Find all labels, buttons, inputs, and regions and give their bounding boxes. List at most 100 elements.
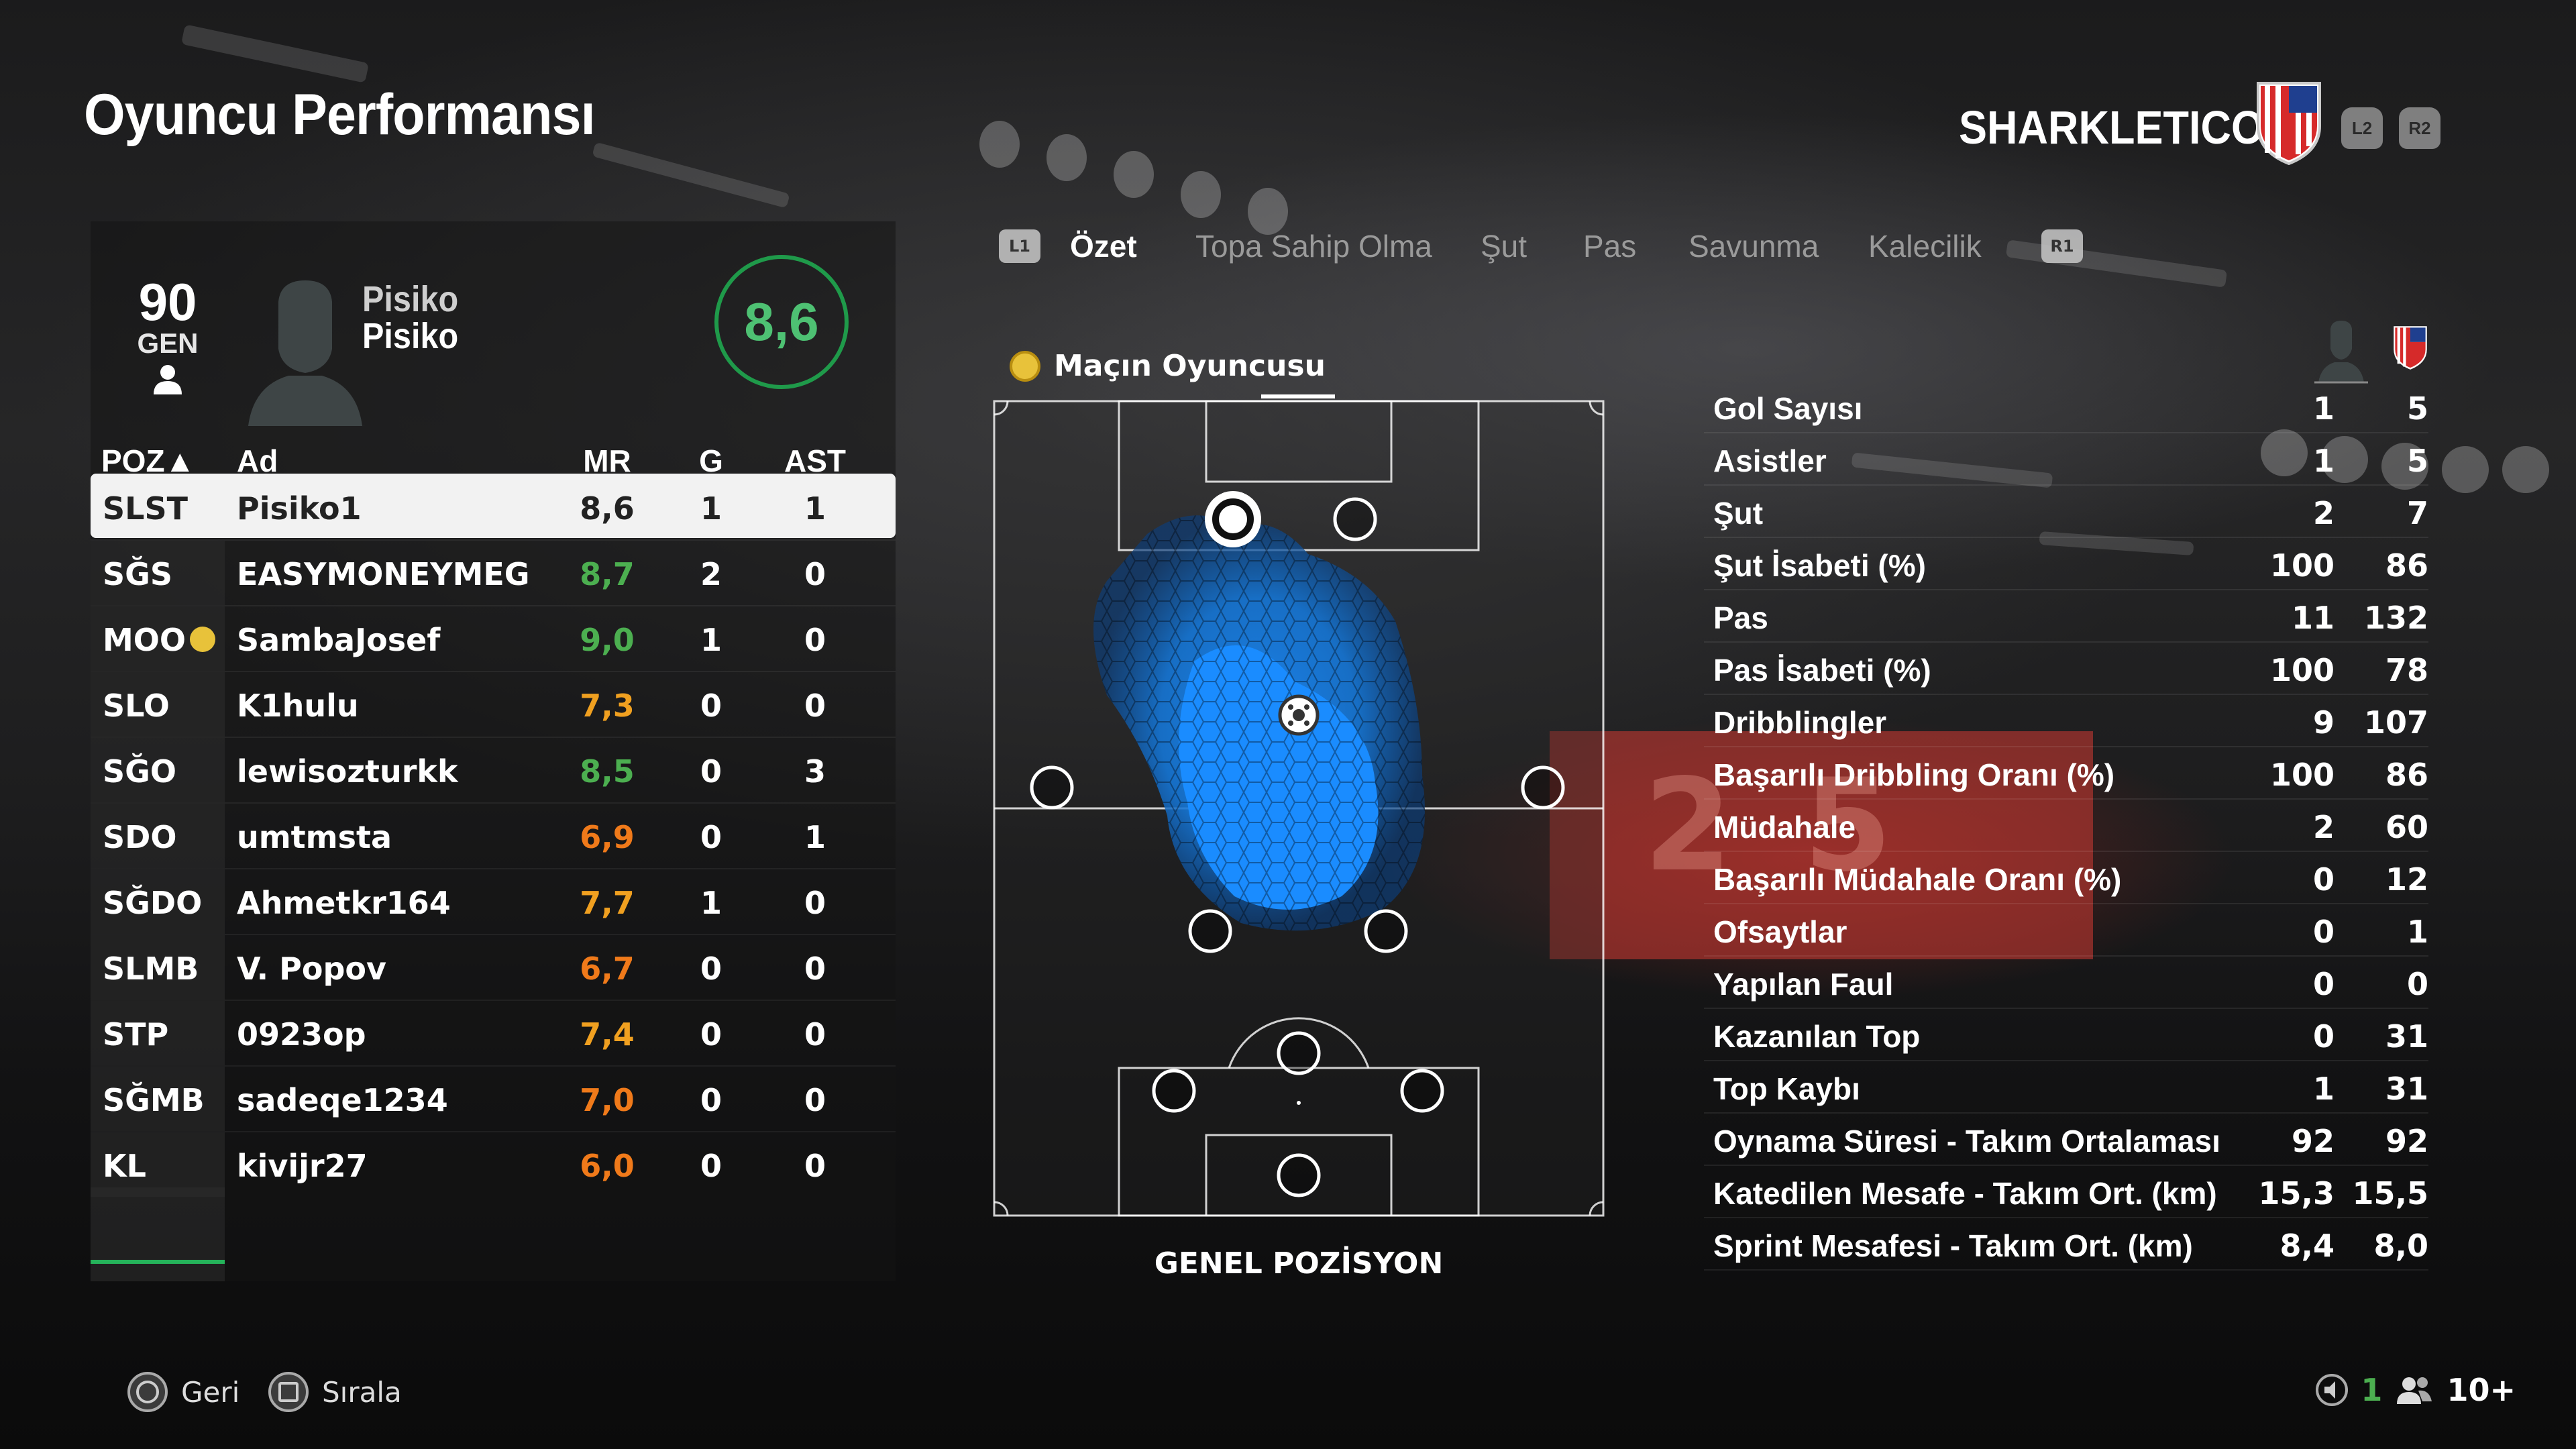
stat-row: Gol Sayısı 1 5 <box>1704 381 2428 433</box>
pitch-caption: GENEL POZİSYON <box>1154 1246 1444 1281</box>
table-row[interactable]: SĞS EASYMONEYMEG 8,7 2 0 <box>91 539 896 605</box>
tab-goalkeeping[interactable]: Kalecilik <box>1868 228 1982 264</box>
row-goals: 0 <box>700 819 722 855</box>
tab-defending[interactable]: Savunma <box>1688 228 1819 264</box>
tab-ozet[interactable]: Özet <box>1070 228 1137 264</box>
table-row[interactable]: SLST Pisiko1 8,6 1 1 <box>91 474 896 538</box>
motm-ball-icon <box>1010 350 1040 382</box>
sort-label: Sırala <box>322 1375 402 1409</box>
row-goals: 0 <box>700 1016 722 1053</box>
stat-label: Kazanılan Top <box>1713 1019 1921 1054</box>
stat-team-value: 107 <box>2363 704 2428 741</box>
stat-row: Pas 11 132 <box>1704 590 2428 643</box>
row-player-name: V. Popov <box>237 951 386 987</box>
table-row[interactable]: STP 0923op 7,4 0 0 <box>91 1000 896 1065</box>
teammate-marker <box>1030 765 1074 810</box>
row-rating: 7,7 <box>580 885 635 921</box>
list-footer-cell <box>91 1187 225 1281</box>
row-rating: 9,0 <box>580 622 635 658</box>
goalkeeper-marker <box>1277 1153 1321 1197</box>
tab-passing[interactable]: Pas <box>1583 228 1636 264</box>
table-row[interactable]: SĞO lewisozturkk 8,5 0 3 <box>91 737 896 802</box>
stat-player-value: 2 <box>2312 495 2334 531</box>
stat-row: Yapılan Faul 0 0 <box>1704 957 2428 1009</box>
stat-label: Top Kaybı <box>1713 1071 1860 1106</box>
row-player-name: SambaJosef <box>237 622 441 658</box>
row-position: KL <box>103 1148 146 1184</box>
teammate-marker <box>1400 1069 1444 1113</box>
status-indicators: 1 10+ <box>2315 1372 2516 1408</box>
stat-label: Gol Sayısı <box>1713 391 1863 426</box>
tab-shooting[interactable]: Şut <box>1481 228 1527 264</box>
stat-team-value: 15,5 <box>2352 1175 2429 1212</box>
stat-label: Sprint Mesafesi - Takım Ort. (km) <box>1713 1228 2193 1263</box>
stat-player-value: 100 <box>2269 757 2334 793</box>
stat-team-value: 31 <box>2385 1071 2428 1107</box>
row-assists: 3 <box>804 753 826 790</box>
teammate-marker <box>1188 909 1232 953</box>
table-row[interactable]: KL kivijr27 6,0 0 0 <box>91 1131 896 1197</box>
stats-tabs: L1 Özet Topa Sahip Olma Şut Pas Savunma … <box>993 228 2133 268</box>
stat-row: Sprint Mesafesi - Takım Ort. (km) 8,4 8,… <box>1704 1218 2428 1271</box>
stat-team-value: 7 <box>2406 495 2428 531</box>
row-assists: 0 <box>804 951 826 987</box>
pitch-tab-marker <box>1261 394 1335 398</box>
table-row[interactable]: SLO K1hulu 7,3 0 0 <box>91 671 896 737</box>
table-row[interactable]: SĞMB sadeqe1234 7,0 0 0 <box>91 1065 896 1131</box>
table-row[interactable]: SĞDO Ahmetkr164 7,7 1 0 <box>91 868 896 934</box>
person-icon <box>154 365 182 394</box>
stat-player-value: 8,4 <box>2279 1228 2335 1264</box>
stat-player-value: 2 <box>2312 809 2334 845</box>
player-last-name: Pisiko <box>362 316 459 356</box>
next-team-button[interactable]: R2 <box>2399 107 2440 149</box>
row-player-name: K1hulu <box>237 688 359 724</box>
row-rating: 7,0 <box>580 1082 635 1118</box>
row-assists: 1 <box>804 490 826 527</box>
row-position: SĞMB <box>103 1082 205 1118</box>
table-row[interactable]: MOO SambaJosef 9,0 1 0 <box>91 605 896 671</box>
row-goals: 1 <box>700 490 722 527</box>
stat-row: Şut İsabeti (%) 100 86 <box>1704 538 2428 590</box>
table-row[interactable]: SLMB V. Popov 6,7 0 0 <box>91 934 896 1000</box>
stat-label: Dribblingler <box>1713 705 1887 740</box>
row-goals: 0 <box>700 753 722 790</box>
tab-possession[interactable]: Topa Sahip Olma <box>1195 228 1432 264</box>
stat-player-value: 92 <box>2291 1123 2334 1159</box>
team-name: SHARKLETICO <box>1959 101 2265 154</box>
stat-label: Ofsaytlar <box>1713 914 1847 949</box>
row-player-name: 0923op <box>237 1016 366 1053</box>
row-assists: 0 <box>804 1016 826 1053</box>
next-tab-button[interactable]: R1 <box>2041 229 2083 263</box>
prev-tab-button[interactable]: L1 <box>999 229 1040 263</box>
row-assists: 0 <box>804 622 826 658</box>
row-position: SĞS <box>103 556 173 592</box>
row-goals: 0 <box>700 951 722 987</box>
stat-row: Müdahale 2 60 <box>1704 800 2428 852</box>
back-button[interactable]: Geri <box>127 1372 239 1412</box>
row-player-name: umtmsta <box>237 819 392 855</box>
stat-player-value: 1 <box>2312 390 2334 427</box>
teammate-marker <box>1521 765 1565 810</box>
team-crest-small-icon <box>2394 326 2427 370</box>
voice-count: 1 <box>2361 1372 2383 1408</box>
row-rating: 7,4 <box>580 1016 635 1053</box>
row-rating: 6,0 <box>580 1148 635 1184</box>
row-position: SDO <box>103 819 177 855</box>
row-rating: 6,9 <box>580 819 635 855</box>
row-goals: 0 <box>700 1082 722 1118</box>
teammate-marker <box>1364 909 1408 953</box>
stat-row: Asistler 1 5 <box>1704 433 2428 486</box>
stat-row: Dribblingler 9 107 <box>1704 695 2428 747</box>
table-row[interactable]: SDO umtmsta 6,9 0 1 <box>91 802 896 868</box>
row-player-name: lewisozturkk <box>237 753 458 790</box>
sort-button[interactable]: Sırala <box>268 1372 402 1412</box>
stat-player-value: 0 <box>2312 966 2334 1002</box>
row-goals: 0 <box>700 1148 722 1184</box>
row-player-name: kivijr27 <box>237 1148 368 1184</box>
stat-player-value: 0 <box>2312 1018 2334 1055</box>
player-avatar-small-icon <box>2314 321 2368 384</box>
page-title: Oyuncu Performansı <box>84 83 596 147</box>
stat-row: Başarılı Dribbling Oranı (%) 100 86 <box>1704 747 2428 800</box>
prev-team-button[interactable]: L2 <box>2341 107 2383 149</box>
row-player-name: sadeqe1234 <box>237 1082 448 1118</box>
